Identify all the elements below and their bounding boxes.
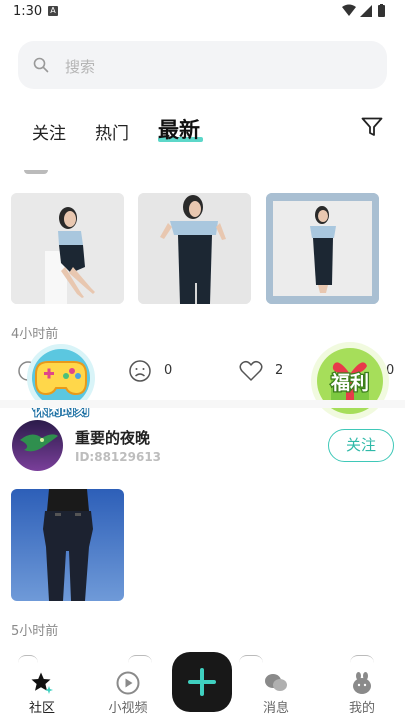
nav-messages-label: 消息 <box>262 701 289 716</box>
notification-icon: A <box>48 6 58 16</box>
search-input[interactable]: 搜索 <box>18 41 387 89</box>
profile-bunny-icon <box>353 672 371 694</box>
leisure-time-badge[interactable]: 休闲时刻 <box>22 344 100 422</box>
status-time: 1:30 <box>13 4 43 19</box>
post2-photo[interactable] <box>11 489 124 601</box>
comment-icon[interactable] <box>128 359 152 383</box>
welfare-badge[interactable]: 福利 <box>309 340 391 422</box>
plus-icon <box>188 668 216 696</box>
nav-messages[interactable]: 消息 <box>246 663 306 720</box>
gift-action-icon-partial <box>18 655 38 663</box>
feed-tabs: 关注 热门 最新 <box>0 110 405 150</box>
search-icon <box>33 57 49 73</box>
scrolled-avatar-edge <box>24 170 48 174</box>
nav-community[interactable]: 社区 <box>12 663 72 720</box>
user-id: ID:88129613 <box>75 450 162 464</box>
nav-mine[interactable]: 我的 <box>332 663 392 720</box>
nav-community-label: 社区 <box>28 701 55 716</box>
status-bar: 1:30 A <box>0 0 405 24</box>
tab-latest[interactable]: 最新 <box>158 114 200 144</box>
community-star-icon <box>31 672 53 694</box>
message-icon <box>265 674 287 691</box>
avatar[interactable] <box>12 420 63 471</box>
play-icon <box>116 671 140 695</box>
nav-mine-label: 我的 <box>348 701 375 716</box>
create-post-button[interactable] <box>172 652 232 712</box>
post-photo-3[interactable] <box>266 193 379 304</box>
nav-short-video[interactable]: 小视频 <box>98 663 158 720</box>
comment-icon-partial <box>128 655 152 663</box>
username[interactable]: 重要的夜晚 <box>75 427 150 448</box>
signal-battery-icon <box>342 4 385 17</box>
post-timestamp: 4小时前 <box>11 327 59 342</box>
post-photo-2[interactable] <box>138 193 251 304</box>
like-icon[interactable] <box>239 360 263 382</box>
share-icon-partial <box>350 655 374 663</box>
like-count: 2 <box>275 363 284 378</box>
welfare-label: 福利 <box>330 371 371 396</box>
tab-following[interactable]: 关注 <box>32 119 66 144</box>
nav-short-video-label: 小视频 <box>108 701 148 716</box>
comment-count: 0 <box>164 363 173 378</box>
post-separator <box>0 400 405 408</box>
post-photo-1[interactable] <box>11 193 124 304</box>
post2-timestamp: 5小时前 <box>11 624 59 639</box>
follow-button[interactable]: 关注 <box>328 429 394 462</box>
search-placeholder: 搜索 <box>65 58 96 76</box>
like-icon-partial <box>239 655 263 663</box>
tab-hot[interactable]: 热门 <box>95 119 129 144</box>
filter-icon[interactable] <box>361 117 383 137</box>
